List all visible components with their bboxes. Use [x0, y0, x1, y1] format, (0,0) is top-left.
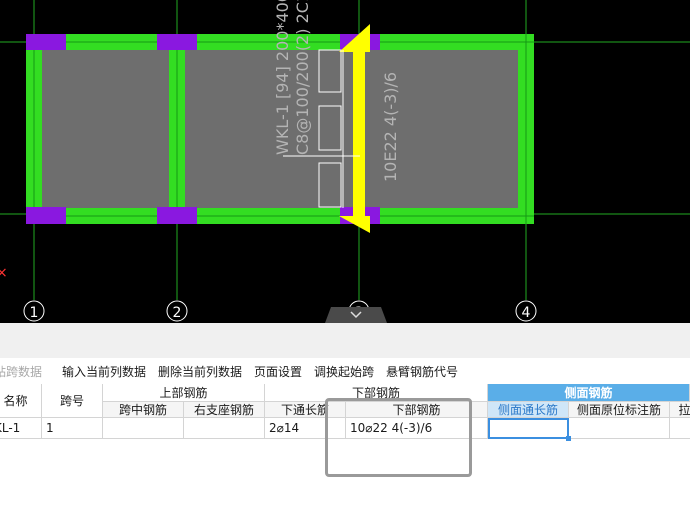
red-marker-icon: ×	[0, 265, 8, 281]
annotation-highlight-box	[325, 398, 472, 477]
header-side-rebar: 侧面钢筋	[488, 384, 690, 402]
cell-span-no[interactable]: 1	[42, 418, 103, 439]
collapse-panel-tab[interactable]	[325, 307, 387, 323]
page-setup-button[interactable]: 页面设置	[254, 363, 302, 380]
cell-name[interactable]: KL-1	[0, 418, 42, 439]
slab-panel-1	[42, 50, 169, 208]
beam-annotation-line2: C8@100/200(2) 2C1	[293, 0, 312, 155]
column-1-bottom[interactable]	[26, 207, 66, 224]
cell-side-original[interactable]	[569, 418, 670, 439]
axis-markers: 1 2 3 4	[23, 300, 537, 322]
collapse-tab-shape[interactable]	[325, 307, 387, 323]
subheader-side-through: 侧面通长筋	[488, 402, 569, 418]
cell-mid-span[interactable]	[103, 418, 184, 439]
header-top-rebar: 上部钢筋	[103, 384, 265, 402]
cell-right-support[interactable]	[184, 418, 265, 439]
panel-header-strip	[0, 323, 690, 359]
subheader-side-original: 侧面原位标注筋	[569, 402, 670, 418]
axis-label-1: 1	[30, 305, 39, 321]
axis-label-2: 2	[173, 305, 182, 321]
beam-annotation-line1: WKL-1 [94] 200*400	[273, 0, 292, 155]
table-toolbar: 贴跨数据 输入当前列数据 删除当前列数据 页面设置 调换起始跨 悬臂钢筋代号	[0, 358, 690, 384]
subheader-tie: 拉	[670, 402, 690, 418]
axis-label-4: 4	[522, 305, 531, 321]
swap-start-span-button[interactable]: 调换起始跨	[314, 363, 374, 380]
subheader-mid-span: 跨中钢筋	[103, 402, 184, 418]
paste-span-data-button[interactable]: 贴跨数据	[0, 363, 42, 380]
cantilever-rebar-code-button[interactable]: 悬臂钢筋代号	[386, 363, 458, 380]
active-cell-cursor[interactable]	[488, 418, 569, 439]
header-name: 名称	[0, 384, 42, 418]
cell-tie[interactable]	[670, 418, 690, 439]
selected-span-bar[interactable]	[353, 48, 365, 218]
column-1-top[interactable]	[26, 34, 66, 50]
span-annotation: 10E22 4(-3)/6	[381, 72, 400, 182]
slab-panel-2	[185, 50, 518, 208]
fill-handle[interactable]	[566, 436, 571, 441]
header-span-no: 跨号	[42, 384, 103, 418]
delete-current-column-button[interactable]: 删除当前列数据	[158, 363, 242, 380]
column-2-bottom[interactable]	[157, 207, 197, 224]
column-2-top[interactable]	[157, 34, 197, 50]
input-current-column-button[interactable]: 输入当前列数据	[62, 363, 146, 380]
subheader-right-support: 右支座钢筋	[184, 402, 265, 418]
cad-drawing-canvas[interactable]: WKL-1 [94] 200*400 C8@100/200(2) 2C1 10E…	[0, 0, 690, 323]
